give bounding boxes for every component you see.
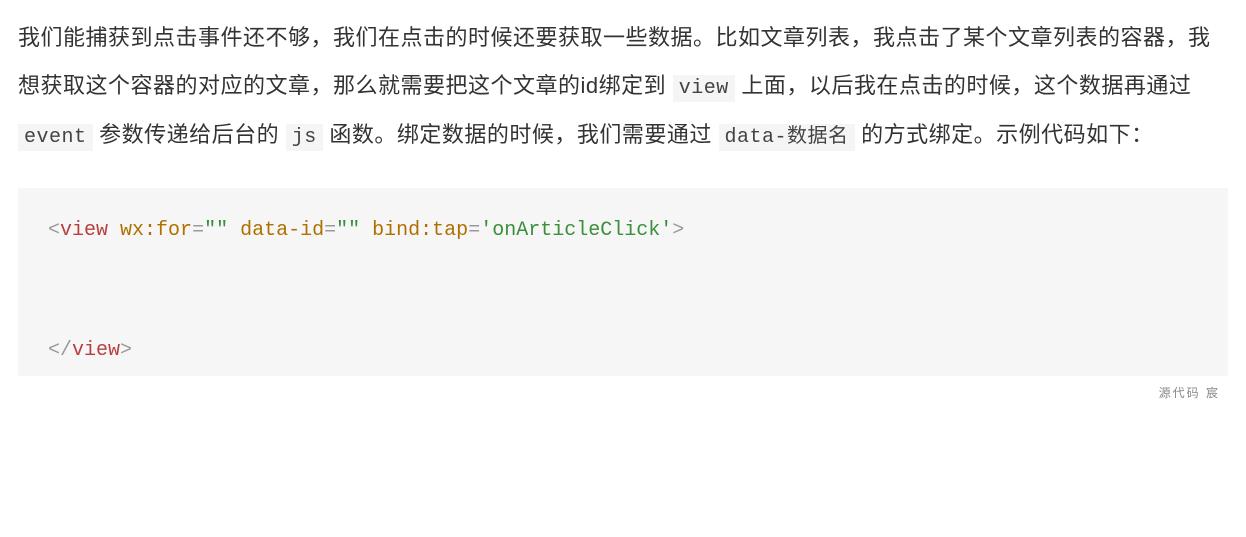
code-eq: = (324, 219, 336, 242)
code-gt: > (672, 219, 684, 242)
code-eq: = (468, 219, 480, 242)
inline-code-js: js (286, 124, 323, 151)
code-attr-wxfor: wx:for (120, 219, 192, 242)
code-tag-open: view (60, 219, 108, 242)
code-space (228, 219, 240, 242)
para-text-3: 参数传递给后台的 (93, 122, 286, 147)
code-space (360, 219, 372, 242)
code-val1: "" (204, 219, 228, 242)
code-close-lt: </ (48, 339, 72, 362)
footer-watermark: 源代码 宸 (18, 380, 1228, 406)
code-val2: "" (336, 219, 360, 242)
para-text-5: 的方式绑定。示例代码如下： (855, 122, 1154, 147)
para-text-2: 上面，以后我在点击的时候，这个数据再通过 (735, 73, 1192, 98)
inline-code-view: view (673, 75, 735, 102)
para-text-4: 函数。绑定数据的时候，我们需要通过 (323, 122, 719, 147)
code-block: <view wx:for="" data-id="" bind:tap='onA… (18, 188, 1228, 376)
code-punct: < (48, 219, 60, 242)
inline-code-event: event (18, 124, 93, 151)
code-tag-close: view (72, 339, 120, 362)
inline-code-data: data-数据名 (719, 124, 855, 151)
code-attr-dataid: data-id (240, 219, 324, 242)
code-space (108, 219, 120, 242)
code-eq: = (192, 219, 204, 242)
code-attr-bindtap: bind:tap (372, 219, 468, 242)
code-val3: 'onArticleClick' (480, 219, 672, 242)
explanation-paragraph: 我们能捕获到点击事件还不够，我们在点击的时候还要获取一些数据。比如文章列表，我点… (18, 14, 1228, 160)
code-close-gt: > (120, 339, 132, 362)
